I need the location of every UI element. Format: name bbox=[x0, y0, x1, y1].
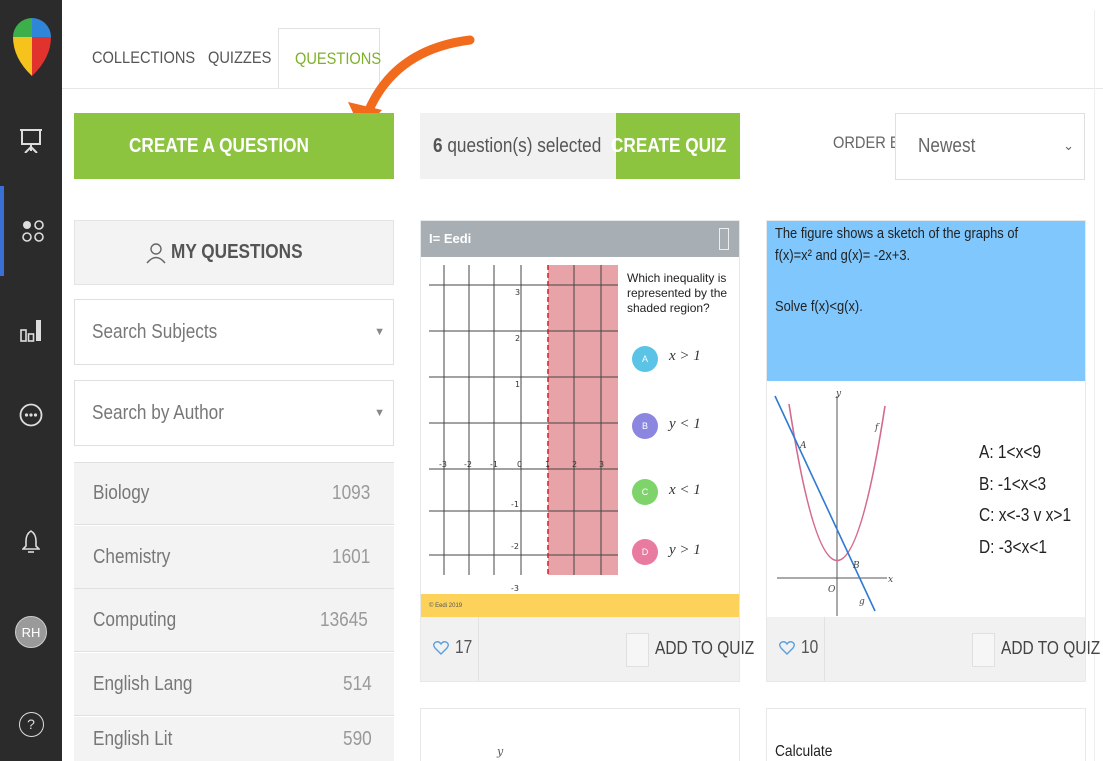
card-footer: 10 ADD TO QUIZ bbox=[767, 617, 1100, 681]
create-question-button[interactable]: CREATE A QUESTION bbox=[74, 113, 394, 179]
y-tick: -1 bbox=[511, 500, 519, 509]
reports-icon[interactable] bbox=[0, 298, 62, 362]
more-icon[interactable] bbox=[0, 383, 62, 447]
option-a-text: x > 1 bbox=[669, 348, 701, 364]
search-subjects-select[interactable]: Search Subjects ▼ bbox=[74, 299, 394, 365]
partial-question-text: Calculate bbox=[775, 743, 833, 760]
graph-label-a: A bbox=[799, 441, 807, 451]
user-icon bbox=[145, 242, 166, 263]
apps-icon[interactable] bbox=[0, 186, 62, 276]
selected-count: 6 bbox=[433, 135, 443, 157]
answer-c: C: x<-3 v x>1 bbox=[979, 505, 1072, 525]
question-card[interactable]: y bbox=[420, 708, 740, 761]
option-b-badge: B bbox=[632, 413, 658, 439]
subject-item[interactable]: Computing 13645 bbox=[74, 589, 394, 652]
graph-label-y: y bbox=[835, 389, 842, 399]
y-tick: -3 bbox=[511, 584, 519, 593]
my-questions-label: MY QUESTIONS bbox=[170, 241, 303, 263]
answer-a: A: 1<x<9 bbox=[979, 442, 1041, 462]
chevron-down-icon: ⌄ bbox=[1063, 138, 1074, 153]
x-tick: 2 bbox=[572, 460, 577, 469]
subject-item[interactable]: English Lang 514 bbox=[74, 653, 394, 716]
heart-icon bbox=[779, 641, 795, 655]
like-button[interactable]: 17 bbox=[433, 637, 475, 658]
presentation-icon[interactable] bbox=[0, 108, 62, 172]
chevron-down-icon: ▼ bbox=[374, 326, 385, 338]
app-logo[interactable] bbox=[13, 18, 51, 76]
answer-d: D: -3<x<1 bbox=[979, 537, 1047, 557]
option-d-text: y > 1 bbox=[669, 542, 701, 558]
avatar-initials: RH bbox=[15, 616, 47, 648]
order-by-select[interactable]: Newest ⌄ bbox=[895, 113, 1085, 180]
option-a-badge: A bbox=[632, 346, 658, 372]
tab-quizzes[interactable]: QUIZZES bbox=[208, 28, 282, 88]
x-tick: -3 bbox=[439, 460, 447, 469]
x-tick: -2 bbox=[464, 460, 472, 469]
subject-item[interactable]: Biology 1093 bbox=[74, 462, 394, 525]
chevron-down-icon: ▼ bbox=[374, 407, 385, 419]
copyright-strip: © Eedi 2019 bbox=[421, 594, 739, 618]
graph-label-g: g bbox=[859, 597, 865, 607]
graph-label-b: B bbox=[852, 561, 860, 571]
calculator-icon bbox=[719, 228, 729, 250]
option-c-text: x < 1 bbox=[669, 482, 701, 498]
graph-label-f: f bbox=[874, 423, 880, 433]
card-header: I= Eedi bbox=[421, 221, 739, 257]
tab-divider bbox=[62, 88, 1103, 89]
add-to-quiz-label[interactable]: ADD TO QUIZ bbox=[655, 638, 770, 659]
like-button[interactable]: 10 bbox=[779, 637, 821, 658]
card-footer: 17 ADD TO QUIZ bbox=[421, 617, 754, 681]
heart-icon bbox=[433, 641, 449, 655]
like-count: 10 bbox=[801, 637, 819, 657]
question-text: Which inequality is represented by the s… bbox=[627, 271, 728, 315]
graph-label-origin: O bbox=[828, 585, 836, 595]
x-tick: -1 bbox=[490, 460, 498, 469]
function-graph: y x O A B f g bbox=[774, 389, 893, 616]
question-card[interactable]: Calculate bbox=[766, 708, 1086, 761]
add-to-quiz-label[interactable]: ADD TO QUIZ bbox=[1001, 638, 1103, 659]
my-questions-button[interactable]: MY QUESTIONS bbox=[74, 220, 394, 285]
help-icon[interactable]: ? bbox=[0, 692, 62, 756]
x-tick: 0 bbox=[517, 460, 522, 469]
option-d-badge: D bbox=[632, 539, 658, 565]
y-tick: 2 bbox=[515, 334, 520, 343]
search-author-select[interactable]: Search by Author ▼ bbox=[74, 380, 394, 446]
option-c-badge: C bbox=[632, 479, 658, 505]
graph-label-x: x bbox=[888, 575, 893, 585]
left-rail: RH ? bbox=[0, 0, 62, 761]
x-tick: 3 bbox=[599, 460, 604, 469]
selected-text: question(s) selected bbox=[447, 135, 602, 157]
like-count: 17 bbox=[455, 637, 473, 657]
answer-b: B: -1<x<3 bbox=[979, 474, 1047, 494]
y-tick: 1 bbox=[515, 380, 520, 389]
x-tick: 1 bbox=[545, 460, 550, 469]
partial-graph-label: y bbox=[497, 745, 504, 758]
card-header: The figure shows a sketch of the graphs … bbox=[767, 221, 1085, 381]
add-to-quiz-checkbox[interactable] bbox=[626, 633, 649, 667]
subject-item[interactable]: English Lit 590 bbox=[74, 717, 394, 761]
tab-collections[interactable]: COLLECTIONS bbox=[92, 28, 212, 88]
y-tick: -2 bbox=[511, 542, 519, 551]
avatar[interactable]: RH bbox=[0, 600, 62, 664]
question-card[interactable]: The figure shows a sketch of the graphs … bbox=[766, 220, 1100, 682]
option-b-text: y < 1 bbox=[669, 416, 701, 432]
create-quiz-button[interactable]: CREATE QUIZ bbox=[611, 113, 740, 179]
y-tick: 3 bbox=[515, 288, 520, 297]
question-card[interactable]: I= Eedi -3 -2 -1 0 1 2 3 3 2 1 -1 -2 -3 … bbox=[420, 220, 754, 682]
add-to-quiz-checkbox[interactable] bbox=[972, 633, 995, 667]
subject-item[interactable]: Chemistry 1601 bbox=[74, 526, 394, 589]
bell-icon[interactable] bbox=[0, 510, 62, 574]
